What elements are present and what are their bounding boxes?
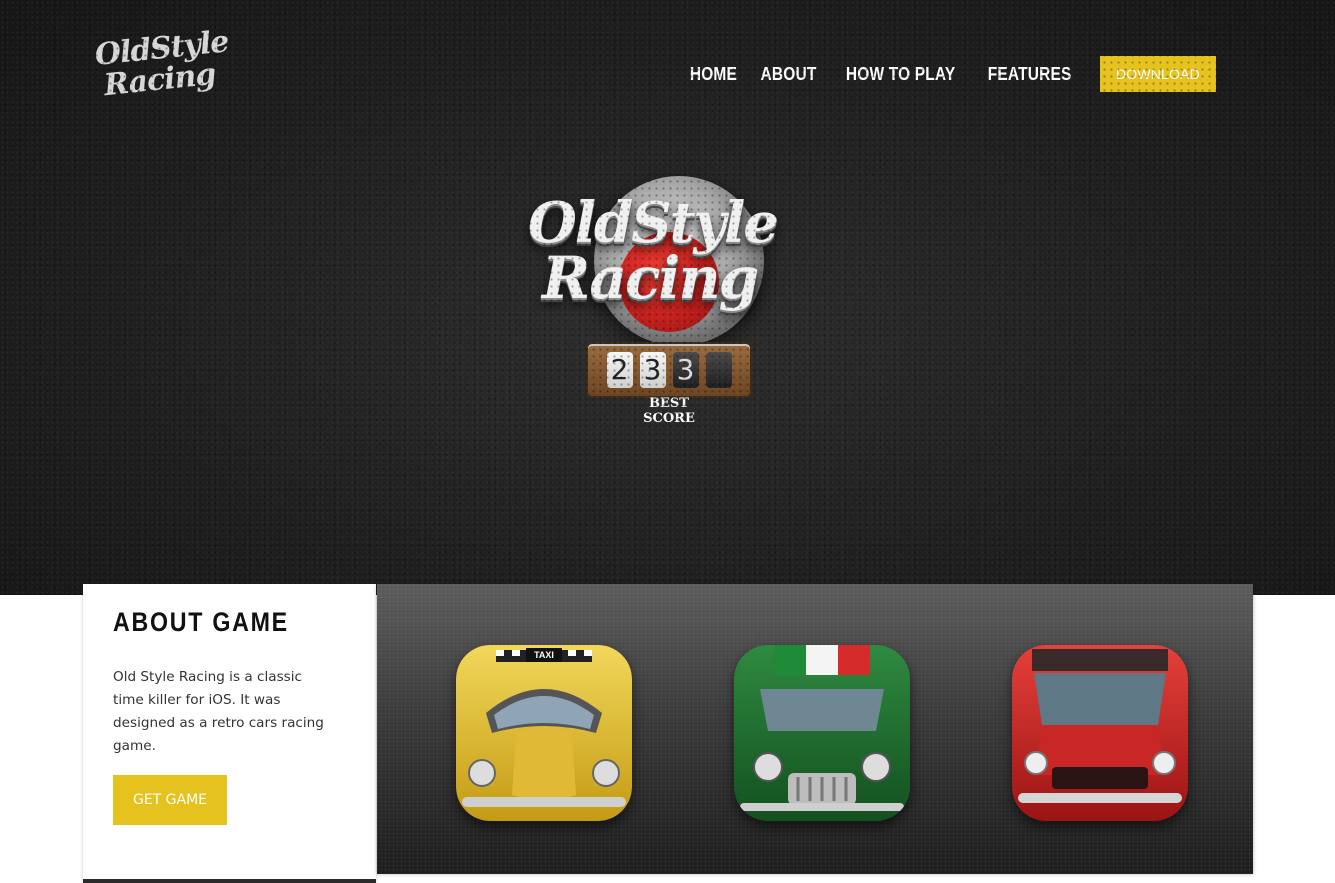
about-description: Old Style Racing is a classic time kille… xyxy=(113,669,324,754)
hero-section: OldStyle Racing HOME ABOUT HOW TO PLAY F… xyxy=(0,0,1335,595)
score-digit: 3 xyxy=(672,352,699,388)
score-counter: 2 3 3 xyxy=(586,342,752,398)
taxi-car-icon[interactable]: TAXI xyxy=(456,645,632,821)
emblem-title-line2: Racing xyxy=(542,244,759,312)
get-game-button[interactable]: GET GAME xyxy=(113,775,227,825)
taxi-sign-label: TAXI xyxy=(534,650,554,660)
brand-logo[interactable]: OldStyle Racing xyxy=(93,24,230,110)
nav-how-to-play[interactable]: HOW TO PLAY xyxy=(846,64,955,85)
nav-features[interactable]: FEATURES xyxy=(987,64,1071,85)
about-game-card: ABOUT GAME Old Style Racing is a classic… xyxy=(83,584,376,883)
main-nav: HOME ABOUT HOW TO PLAY FEATURES DOWNLOAD xyxy=(678,56,1224,92)
game-logo-emblem: OldStyle Racing 2 3 3 BEST SCORE xyxy=(522,172,814,426)
mini-car-icon[interactable] xyxy=(734,645,910,821)
score-digit xyxy=(705,352,732,388)
nav-home[interactable]: HOME xyxy=(689,64,736,85)
nav-about[interactable]: ABOUT xyxy=(761,64,817,85)
mustang-car-icon[interactable] xyxy=(1012,645,1188,821)
download-button[interactable]: DOWNLOAD xyxy=(1099,56,1216,92)
score-digit: 2 xyxy=(606,352,633,388)
score-digit: 3 xyxy=(639,352,666,388)
cars-showcase: TAXI xyxy=(377,584,1253,874)
best-score-label: BEST SCORE xyxy=(643,396,695,426)
about-title: ABOUT GAME xyxy=(113,607,289,637)
